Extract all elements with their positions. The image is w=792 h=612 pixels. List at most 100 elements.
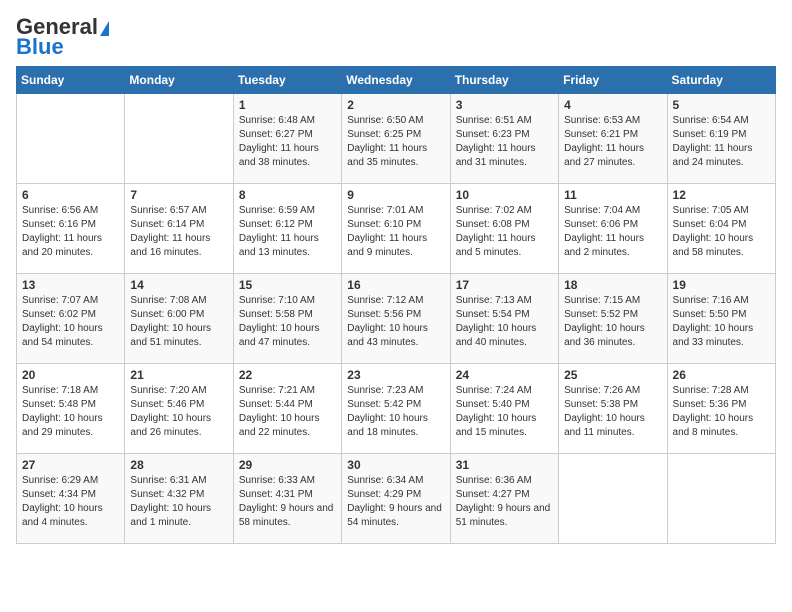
day-number: 13 xyxy=(22,278,119,292)
day-number: 29 xyxy=(239,458,336,472)
day-number: 2 xyxy=(347,98,444,112)
day-number: 8 xyxy=(239,188,336,202)
day-number: 4 xyxy=(564,98,661,112)
day-number: 30 xyxy=(347,458,444,472)
calendar-cell: 28 Sunrise: 6:31 AM Sunset: 4:32 PM Dayli… xyxy=(125,454,233,544)
calendar-cell xyxy=(17,94,125,184)
day-number: 23 xyxy=(347,368,444,382)
calendar-cell: 12 Sunrise: 7:05 AM Sunset: 6:04 PM Dayli… xyxy=(667,184,775,274)
calendar-cell: 9 Sunrise: 7:01 AM Sunset: 6:10 PM Daylig… xyxy=(342,184,450,274)
calendar-cell: 18 Sunrise: 7:15 AM Sunset: 5:52 PM Dayli… xyxy=(559,274,667,364)
day-info: Sunrise: 7:07 AM Sunset: 6:02 PM Dayligh… xyxy=(22,294,119,350)
calendar-cell: 17Sunrise: 7:13 AM Sunset: 5:54 PM Dayli… xyxy=(450,274,558,364)
day-info: Sunrise: 6:53 AM Sunset: 6:21 PM Dayligh… xyxy=(564,114,661,170)
day-info: Sunrise: 6:56 AM Sunset: 6:16 PM Dayligh… xyxy=(22,204,119,260)
day-info: Sunrise: 6:31 AM Sunset: 4:32 PM Dayligh… xyxy=(130,474,227,530)
calendar-cell: 31Sunrise: 6:36 AM Sunset: 4:27 PM Dayli… xyxy=(450,454,558,544)
calendar-cell: 20 Sunrise: 7:18 AM Sunset: 5:48 PM Dayli… xyxy=(17,364,125,454)
day-info: Sunrise: 7:18 AM Sunset: 5:48 PM Dayligh… xyxy=(22,384,119,440)
calendar-cell: 29Sunrise: 6:33 AM Sunset: 4:31 PM Dayli… xyxy=(233,454,341,544)
calendar-cell: 6 Sunrise: 6:56 AM Sunset: 6:16 PM Daylig… xyxy=(17,184,125,274)
calendar-cell: 7 Sunrise: 6:57 AM Sunset: 6:14 PM Daylig… xyxy=(125,184,233,274)
calendar-cell: 13 Sunrise: 7:07 AM Sunset: 6:02 PM Dayli… xyxy=(17,274,125,364)
day-info: Sunrise: 7:26 AM Sunset: 5:38 PM Dayligh… xyxy=(564,384,661,440)
calendar-cell: 8 Sunrise: 6:59 AM Sunset: 6:12 PM Daylig… xyxy=(233,184,341,274)
day-header-tuesday: Tuesday xyxy=(233,67,341,94)
day-info: Sunrise: 7:04 AM Sunset: 6:06 PM Dayligh… xyxy=(564,204,661,260)
page-header: General Blue xyxy=(16,16,776,58)
day-number: 7 xyxy=(130,188,227,202)
calendar-week-row: 27Sunrise: 6:29 AM Sunset: 4:34 PM Dayli… xyxy=(17,454,776,544)
day-info: Sunrise: 6:51 AM Sunset: 6:23 PM Dayligh… xyxy=(456,114,553,170)
day-info: Sunrise: 6:59 AM Sunset: 6:12 PM Dayligh… xyxy=(239,204,336,260)
calendar-cell: 26 Sunrise: 7:28 AM Sunset: 5:36 PM Dayli… xyxy=(667,364,775,454)
calendar-table: SundayMondayTuesdayWednesdayThursdayFrid… xyxy=(16,66,776,544)
day-info: Sunrise: 6:48 AM Sunset: 6:27 PM Dayligh… xyxy=(239,114,336,170)
day-number: 20 xyxy=(22,368,119,382)
day-number: 14 xyxy=(130,278,227,292)
calendar-cell xyxy=(559,454,667,544)
calendar-cell: 27Sunrise: 6:29 AM Sunset: 4:34 PM Dayli… xyxy=(17,454,125,544)
day-number: 28 xyxy=(130,458,227,472)
calendar-week-row: 1Sunrise: 6:48 AM Sunset: 6:27 PM Daylig… xyxy=(17,94,776,184)
day-number: 10 xyxy=(456,188,553,202)
day-number: 26 xyxy=(673,368,770,382)
logo-blue-text: Blue xyxy=(16,36,64,58)
calendar-cell: 10Sunrise: 7:02 AM Sunset: 6:08 PM Dayli… xyxy=(450,184,558,274)
calendar-cell: 30 Sunrise: 6:34 AM Sunset: 4:29 PM Dayli… xyxy=(342,454,450,544)
day-number: 9 xyxy=(347,188,444,202)
calendar-cell xyxy=(125,94,233,184)
day-number: 19 xyxy=(673,278,770,292)
day-number: 24 xyxy=(456,368,553,382)
calendar-cell: 24 Sunrise: 7:24 AM Sunset: 5:40 PM Dayli… xyxy=(450,364,558,454)
logo: General Blue xyxy=(16,16,109,58)
day-info: Sunrise: 7:23 AM Sunset: 5:42 PM Dayligh… xyxy=(347,384,444,440)
day-header-monday: Monday xyxy=(125,67,233,94)
day-info: Sunrise: 7:28 AM Sunset: 5:36 PM Dayligh… xyxy=(673,384,770,440)
calendar-cell: 23 Sunrise: 7:23 AM Sunset: 5:42 PM Dayli… xyxy=(342,364,450,454)
calendar-week-row: 20 Sunrise: 7:18 AM Sunset: 5:48 PM Dayli… xyxy=(17,364,776,454)
day-info: Sunrise: 7:20 AM Sunset: 5:46 PM Dayligh… xyxy=(130,384,227,440)
day-number: 12 xyxy=(673,188,770,202)
day-header-sunday: Sunday xyxy=(17,67,125,94)
calendar-cell: 25 Sunrise: 7:26 AM Sunset: 5:38 PM Dayli… xyxy=(559,364,667,454)
calendar-cell: 5 Sunrise: 6:54 AM Sunset: 6:19 PM Daylig… xyxy=(667,94,775,184)
calendar-header-row: SundayMondayTuesdayWednesdayThursdayFrid… xyxy=(17,67,776,94)
calendar-week-row: 13 Sunrise: 7:07 AM Sunset: 6:02 PM Dayli… xyxy=(17,274,776,364)
day-info: Sunrise: 6:54 AM Sunset: 6:19 PM Dayligh… xyxy=(673,114,770,170)
day-number: 6 xyxy=(22,188,119,202)
day-number: 16 xyxy=(347,278,444,292)
day-number: 3 xyxy=(456,98,553,112)
day-header-friday: Friday xyxy=(559,67,667,94)
day-info: Sunrise: 7:16 AM Sunset: 5:50 PM Dayligh… xyxy=(673,294,770,350)
day-info: Sunrise: 7:10 AM Sunset: 5:58 PM Dayligh… xyxy=(239,294,336,350)
calendar-cell: 19 Sunrise: 7:16 AM Sunset: 5:50 PM Dayli… xyxy=(667,274,775,364)
day-header-wednesday: Wednesday xyxy=(342,67,450,94)
calendar-week-row: 6 Sunrise: 6:56 AM Sunset: 6:16 PM Daylig… xyxy=(17,184,776,274)
calendar-cell: 1Sunrise: 6:48 AM Sunset: 6:27 PM Daylig… xyxy=(233,94,341,184)
day-info: Sunrise: 6:57 AM Sunset: 6:14 PM Dayligh… xyxy=(130,204,227,260)
day-info: Sunrise: 6:50 AM Sunset: 6:25 PM Dayligh… xyxy=(347,114,444,170)
day-info: Sunrise: 6:34 AM Sunset: 4:29 PM Dayligh… xyxy=(347,474,444,530)
calendar-cell: 3 Sunrise: 6:51 AM Sunset: 6:23 PM Daylig… xyxy=(450,94,558,184)
day-info: Sunrise: 7:01 AM Sunset: 6:10 PM Dayligh… xyxy=(347,204,444,260)
day-info: Sunrise: 7:12 AM Sunset: 5:56 PM Dayligh… xyxy=(347,294,444,350)
day-info: Sunrise: 7:24 AM Sunset: 5:40 PM Dayligh… xyxy=(456,384,553,440)
calendar-cell: 4 Sunrise: 6:53 AM Sunset: 6:21 PM Daylig… xyxy=(559,94,667,184)
day-info: Sunrise: 7:05 AM Sunset: 6:04 PM Dayligh… xyxy=(673,204,770,260)
day-header-thursday: Thursday xyxy=(450,67,558,94)
day-info: Sunrise: 6:29 AM Sunset: 4:34 PM Dayligh… xyxy=(22,474,119,530)
calendar-cell: 14 Sunrise: 7:08 AM Sunset: 6:00 PM Dayli… xyxy=(125,274,233,364)
calendar-cell xyxy=(667,454,775,544)
calendar-cell: 21Sunrise: 7:20 AM Sunset: 5:46 PM Dayli… xyxy=(125,364,233,454)
day-number: 5 xyxy=(673,98,770,112)
day-number: 11 xyxy=(564,188,661,202)
day-info: Sunrise: 7:13 AM Sunset: 5:54 PM Dayligh… xyxy=(456,294,553,350)
day-number: 15 xyxy=(239,278,336,292)
day-number: 25 xyxy=(564,368,661,382)
day-number: 18 xyxy=(564,278,661,292)
day-info: Sunrise: 7:08 AM Sunset: 6:00 PM Dayligh… xyxy=(130,294,227,350)
calendar-cell: 11 Sunrise: 7:04 AM Sunset: 6:06 PM Dayli… xyxy=(559,184,667,274)
day-info: Sunrise: 7:15 AM Sunset: 5:52 PM Dayligh… xyxy=(564,294,661,350)
calendar-cell: 16 Sunrise: 7:12 AM Sunset: 5:56 PM Dayli… xyxy=(342,274,450,364)
